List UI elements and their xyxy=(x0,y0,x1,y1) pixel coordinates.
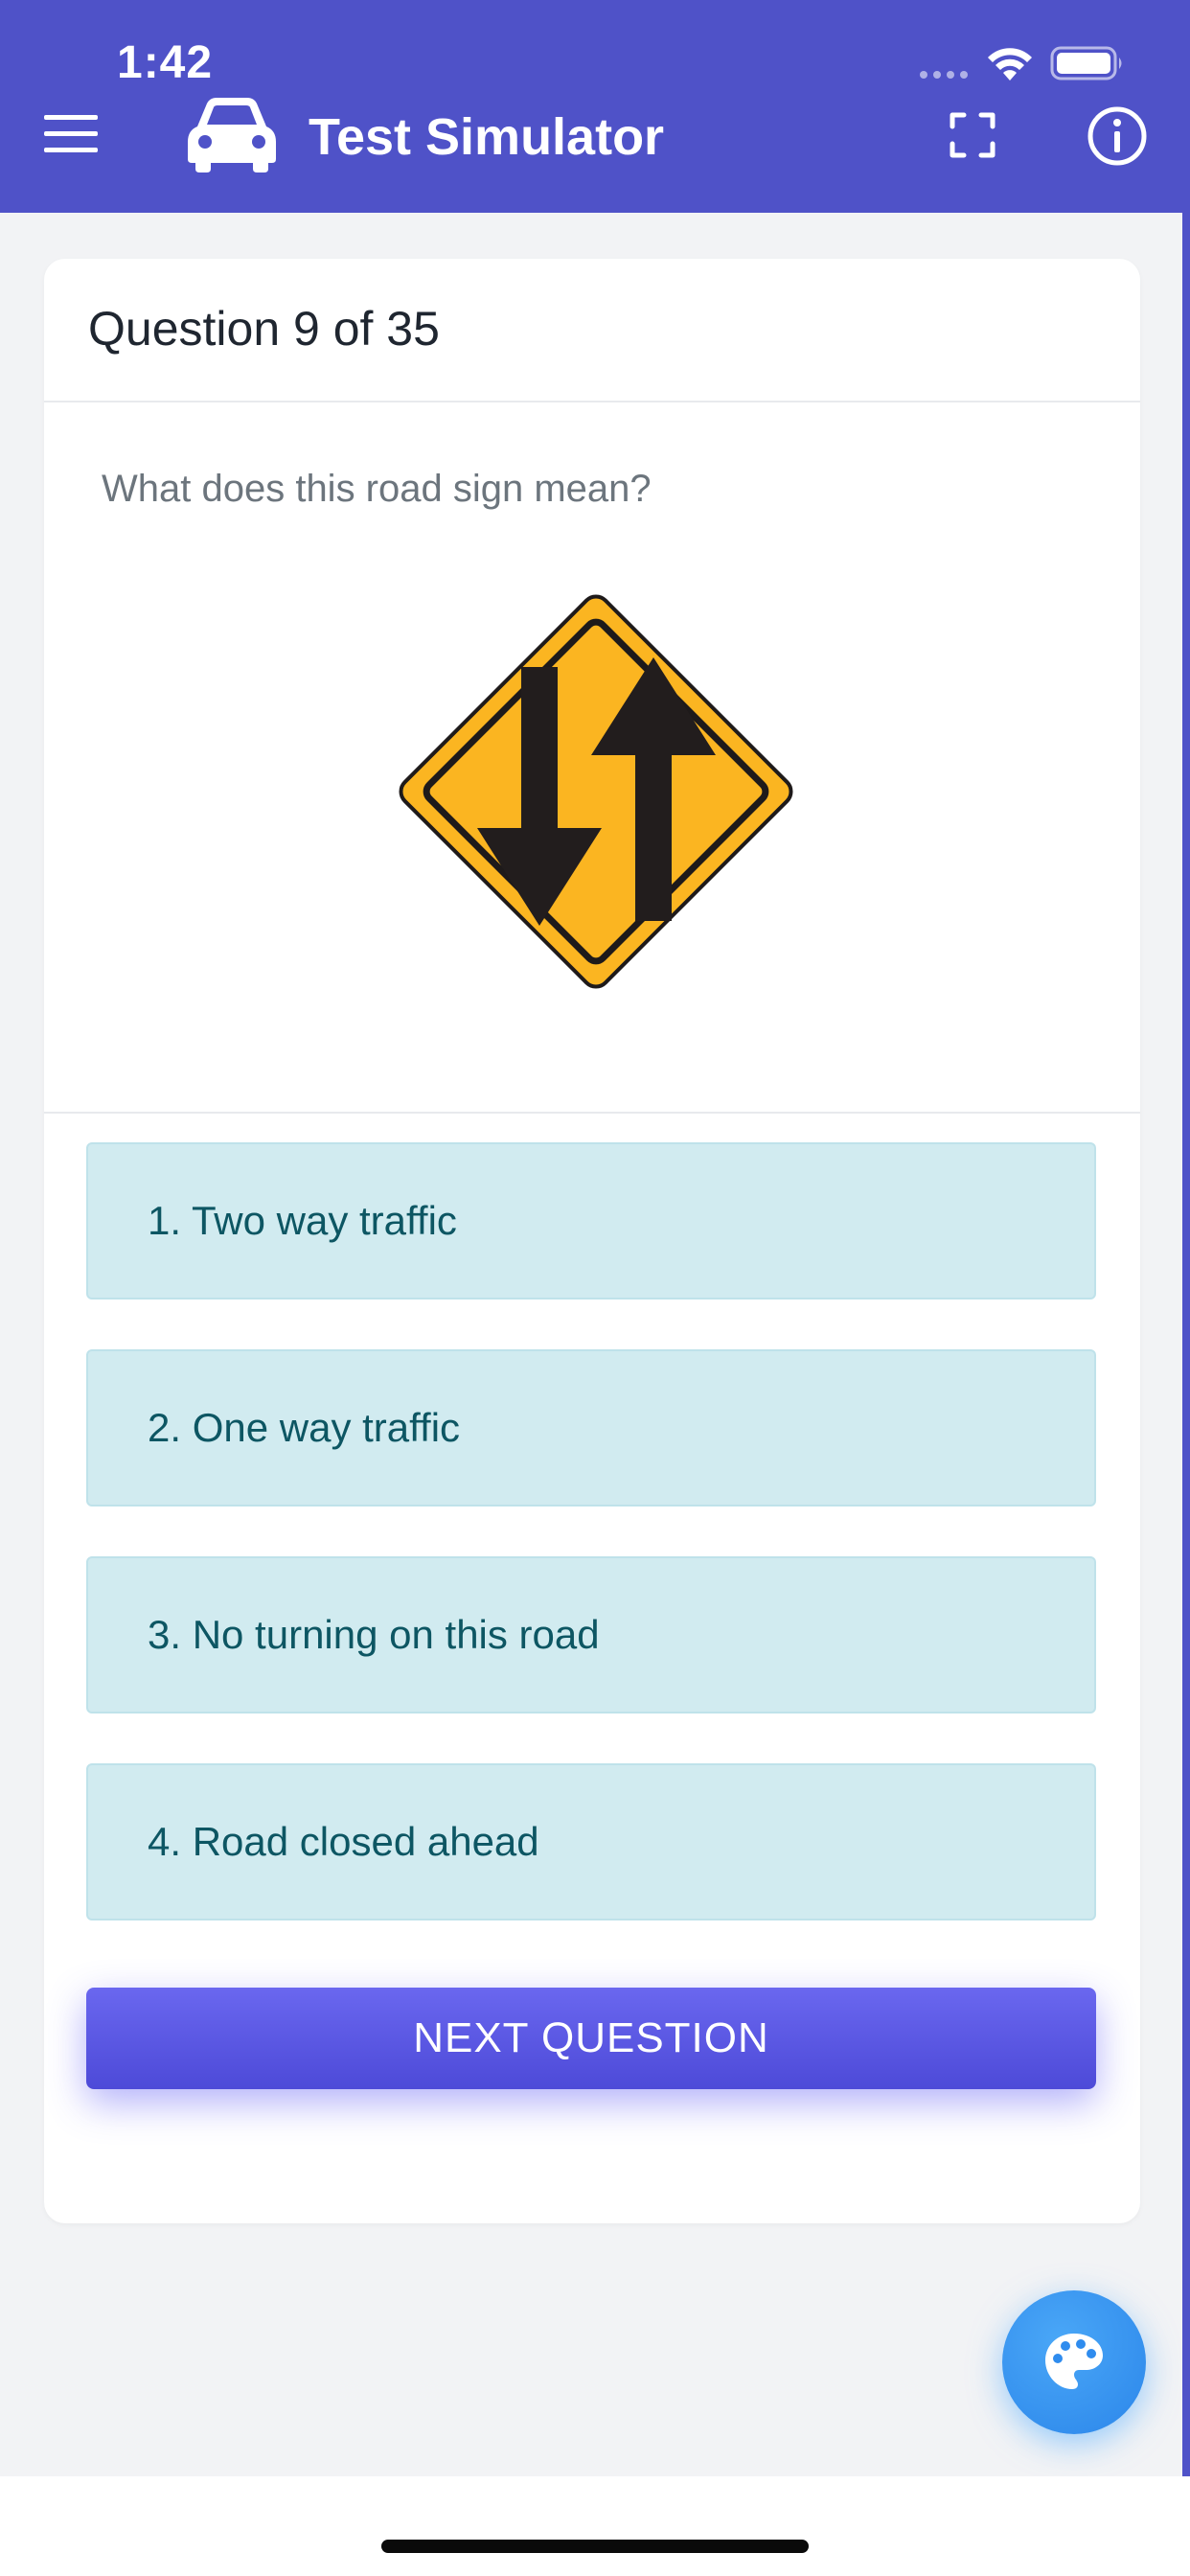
answer-option-3[interactable]: 3. No turning on this road xyxy=(86,1556,1096,1714)
question-card: Question 9 of 35 What does this road sig… xyxy=(44,259,1140,2223)
status-time: 1:42 xyxy=(117,37,214,88)
next-question-button[interactable]: NEXT QUESTION xyxy=(86,1988,1096,2089)
fullscreen-icon[interactable] xyxy=(949,111,996,159)
answer-option-label: 4. Road closed ahead xyxy=(148,1819,539,1864)
answer-option-2[interactable]: 2. One way traffic xyxy=(86,1349,1096,1506)
scrollbar[interactable] xyxy=(1182,213,1190,2476)
question-counter: Question 9 of 35 xyxy=(88,302,440,356)
two-way-traffic-sign-icon xyxy=(399,594,793,989)
divider xyxy=(44,1112,1140,1114)
answer-option-4[interactable]: 4. Road closed ahead xyxy=(86,1763,1096,1920)
home-indicator[interactable] xyxy=(381,2540,809,2553)
card-header: Question 9 of 35 xyxy=(44,259,1140,402)
app-header: 1:42 Test Simulator xyxy=(0,0,1190,213)
cellular-signal-icon xyxy=(920,71,968,79)
hamburger-menu-icon[interactable] xyxy=(42,113,102,155)
answer-option-label: 2. One way traffic xyxy=(148,1405,461,1450)
bottom-bar xyxy=(0,2476,1190,2576)
car-icon xyxy=(188,98,276,172)
answer-option-1[interactable]: 1. Two way traffic xyxy=(86,1142,1096,1300)
app-title: Test Simulator xyxy=(309,108,665,166)
info-icon[interactable] xyxy=(1087,105,1148,167)
battery-icon xyxy=(1050,46,1122,80)
palette-icon xyxy=(1045,2334,1103,2389)
answer-option-label: 1. Two way traffic xyxy=(148,1198,457,1243)
question-text: What does this road sign mean? xyxy=(102,468,652,510)
theme-fab-button[interactable] xyxy=(1002,2290,1146,2434)
wifi-icon xyxy=(988,48,1032,80)
answer-option-label: 3. No turning on this road xyxy=(148,1612,600,1657)
